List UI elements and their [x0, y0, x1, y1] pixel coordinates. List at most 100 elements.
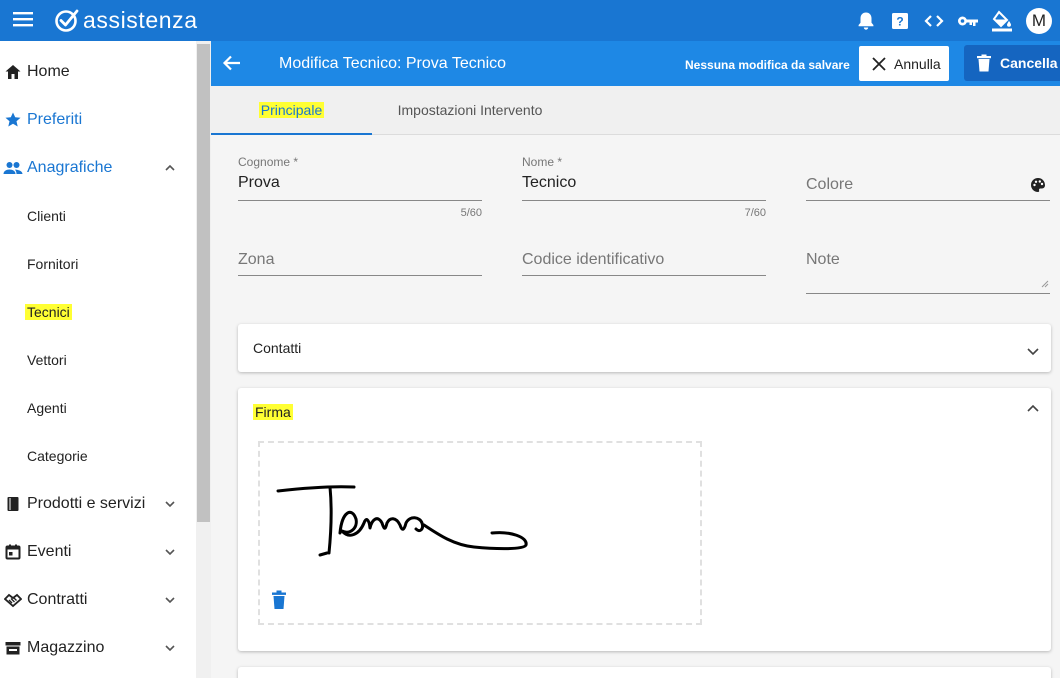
- page-title: Modifica Tecnico: Prova Tecnico: [279, 55, 507, 72]
- home-icon: [5, 65, 21, 79]
- code-icon[interactable]: [922, 9, 946, 33]
- firma-panel: Firma: [238, 388, 1051, 651]
- sidebar-subitem-label: Clienti: [27, 208, 66, 224]
- tab-bar: Principale Impostazioni Intervento: [211, 86, 1060, 135]
- warehouse-icon: [5, 642, 21, 655]
- brand-name: assistenza: [83, 6, 198, 33]
- sidebar-subitem-label: Tecnici: [25, 304, 72, 320]
- field-underline: [238, 200, 482, 201]
- signature-drawing: [276, 485, 528, 557]
- zona-input[interactable]: Zona: [238, 251, 274, 269]
- codice-identificativo-input[interactable]: Codice identificativo: [522, 251, 664, 269]
- check-logo-icon: [55, 9, 79, 32]
- user-avatar[interactable]: M: [1026, 7, 1052, 34]
- sidebar-item-label: Home: [27, 63, 70, 80]
- next-panel: [238, 667, 1051, 678]
- scrollbar-thumb[interactable]: [197, 44, 210, 522]
- sidebar-item-label: Eventi: [27, 543, 72, 560]
- sidebar-subitem-clienti[interactable]: Clienti: [0, 192, 196, 240]
- close-icon: [872, 56, 886, 71]
- chevron-up-icon[interactable]: [1025, 401, 1041, 417]
- sidebar-subitem-agenti[interactable]: Agenti: [0, 384, 196, 432]
- sidebar-item-home[interactable]: Home: [0, 48, 196, 96]
- sidebar-nav: Home Preferiti Anagrafiche Clienti Forni…: [0, 41, 196, 678]
- codice-identificativo-field[interactable]: Codice identificativo: [522, 242, 766, 282]
- trash-icon: [977, 54, 991, 72]
- chevron-down-icon[interactable]: [162, 640, 178, 656]
- nome-label: Nome *: [522, 155, 563, 169]
- sidebar-item-label: Contratti: [27, 591, 88, 608]
- sidebar-subitem-label: Vettori: [27, 352, 67, 368]
- note-textarea[interactable]: Note: [806, 251, 840, 269]
- sidebar-subitem-vettori[interactable]: Vettori: [0, 336, 196, 384]
- star-icon: [5, 112, 21, 127]
- chevron-down-icon[interactable]: [1025, 343, 1041, 359]
- trash-icon[interactable]: [271, 590, 287, 610]
- char-counter: 7/60: [744, 207, 766, 219]
- delete-button-label: Cancella: [1000, 55, 1058, 71]
- tab-label: Impostazioni Intervento: [397, 102, 543, 118]
- sidebar-item-preferiti[interactable]: Preferiti: [0, 96, 196, 144]
- handshake-icon: [4, 593, 22, 608]
- sidebar-item-eventi[interactable]: Eventi: [0, 528, 196, 576]
- contatti-panel[interactable]: Contatti: [238, 324, 1051, 372]
- sidebar-item-label: Magazzino: [27, 639, 105, 656]
- field-underline: [522, 200, 766, 201]
- cognome-input[interactable]: Prova: [238, 174, 280, 192]
- delete-button[interactable]: Cancella: [964, 45, 1060, 81]
- help-icon[interactable]: ?: [888, 9, 912, 33]
- chevron-up-icon[interactable]: [162, 160, 178, 176]
- calendar-icon: [5, 544, 21, 560]
- sidebar-subitem-tecnici[interactable]: Tecnici: [0, 288, 196, 336]
- chevron-down-icon[interactable]: [162, 544, 178, 560]
- main-content: Modifica Tecnico: Prova Tecnico Nessuna …: [211, 41, 1060, 678]
- cancel-button[interactable]: Annulla: [859, 46, 949, 81]
- paint-bucket-icon[interactable]: [990, 9, 1014, 33]
- tab-principale[interactable]: Principale: [211, 86, 372, 135]
- field-underline: [238, 275, 482, 276]
- svg-text:?: ?: [896, 14, 903, 28]
- field-underline: [806, 293, 1050, 294]
- top-app-bar: assistenza ? M: [0, 0, 1060, 41]
- palette-icon[interactable]: [1030, 177, 1046, 193]
- book-icon: [7, 497, 19, 511]
- brand-logo[interactable]: assistenza: [54, 5, 198, 35]
- nome-input[interactable]: Tecnico: [522, 174, 576, 192]
- tab-impostazioni-intervento[interactable]: Impostazioni Intervento: [372, 86, 568, 134]
- colore-field[interactable]: Colore: [806, 167, 1050, 207]
- sidebar-subitem-label: Agenti: [27, 400, 67, 416]
- chevron-down-icon[interactable]: [162, 496, 178, 512]
- field-underline: [806, 200, 1050, 201]
- zona-field[interactable]: Zona: [238, 242, 482, 282]
- cancel-button-label: Annulla: [894, 55, 941, 72]
- save-status-text: Nessuna modifica da salvare: [685, 58, 850, 72]
- sidebar-subitem-fornitori[interactable]: Fornitori: [0, 240, 196, 288]
- sidebar-item-contratti[interactable]: Contratti: [0, 576, 196, 624]
- sidebar-subitem-label: Fornitori: [27, 256, 79, 272]
- sidebar-subitem-categorie[interactable]: Categorie: [0, 432, 196, 480]
- note-field[interactable]: Note: [806, 242, 1050, 296]
- chevron-down-icon[interactable]: [162, 592, 178, 608]
- nome-field[interactable]: Nome * Tecnico 7/60: [522, 155, 766, 221]
- sidebar-item-label: Preferiti: [27, 111, 83, 128]
- key-icon[interactable]: [956, 9, 980, 33]
- page-toolbar: Modifica Tecnico: Prova Tecnico Nessuna …: [211, 41, 1060, 86]
- cognome-field[interactable]: Cognome * Prova 5/60: [238, 155, 482, 221]
- char-counter: 5/60: [460, 207, 482, 219]
- bell-icon[interactable]: [854, 9, 878, 33]
- sidebar-item-magazzino[interactable]: Magazzino: [0, 624, 196, 672]
- top-bar-actions: ? M: [844, 0, 1052, 41]
- menu-icon[interactable]: [12, 8, 34, 30]
- sidebar-item-label: Anagrafiche: [27, 159, 113, 176]
- field-underline: [522, 275, 766, 276]
- panel-title: Contatti: [253, 340, 302, 356]
- sidebar-item-prodotti-e-servizi[interactable]: Prodotti e servizi: [0, 480, 196, 528]
- signature-pad[interactable]: [258, 441, 702, 625]
- cognome-label: Cognome *: [238, 155, 299, 169]
- sidebar-scrollbar[interactable]: [196, 41, 211, 678]
- resize-handle-icon[interactable]: [1041, 280, 1049, 288]
- back-arrow-icon[interactable]: [221, 52, 243, 74]
- sidebar-subitem-label: Categorie: [27, 448, 88, 464]
- colore-input[interactable]: Colore: [806, 176, 853, 194]
- sidebar-item-anagrafiche[interactable]: Anagrafiche: [0, 144, 196, 192]
